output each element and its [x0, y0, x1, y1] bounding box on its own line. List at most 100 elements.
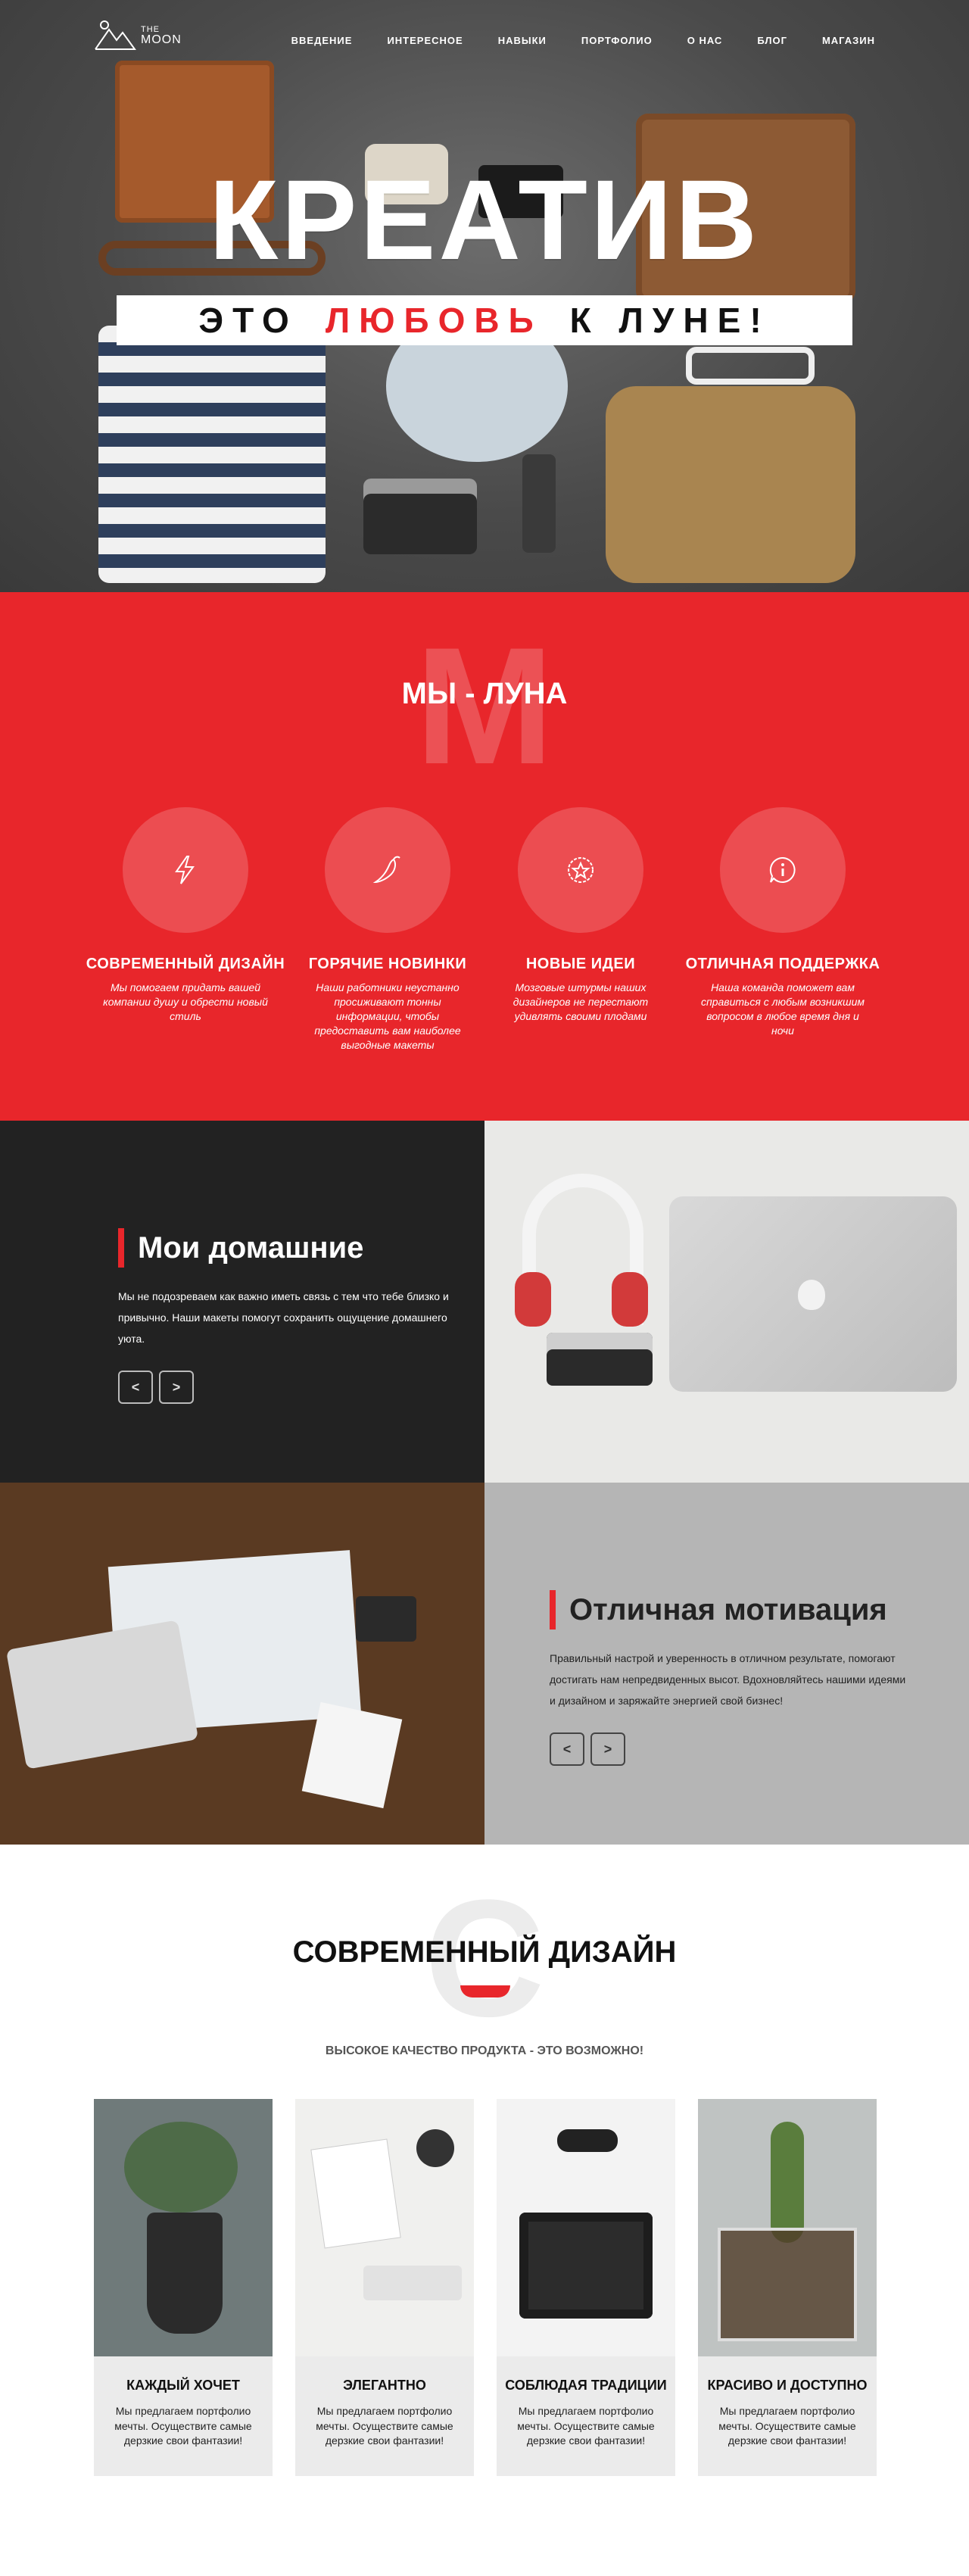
watch-image — [522, 454, 556, 553]
headphone-cup-right — [612, 1272, 648, 1327]
headphone-cup-left — [515, 1272, 551, 1327]
card-photo — [295, 2099, 474, 2356]
menu-item-blog[interactable]: БЛОГ — [757, 35, 787, 46]
sunglasses-image — [686, 347, 815, 385]
menu-item-portfolio[interactable]: ПОРТФОЛИО — [581, 35, 653, 46]
motivation-text-block: Отличная мотивация Правильный настрой и … — [550, 1590, 913, 1766]
feature-text: Наша команда поможет вам справиться с лю… — [701, 981, 865, 1037]
card-beautiful[interactable]: КРАСИВО И ДОСТУПНО Мы предлагаем портфол… — [698, 2099, 877, 2476]
mountain-logo-icon — [95, 20, 136, 50]
badge-star-icon — [568, 857, 594, 883]
logo[interactable]: THE MOON — [94, 17, 207, 55]
striped-shirt-image — [98, 326, 326, 583]
card-photo — [94, 2099, 273, 2356]
menu-item-about[interactable]: О НАС — [687, 35, 723, 46]
home-text-block: Мои домашние Мы не подозреваем как важно… — [118, 1228, 451, 1404]
menu-item-skills[interactable]: НАВЫКИ — [498, 35, 547, 46]
hero-ribbon: ЭТО ЛЮБОВЬ К ЛУНЕ! — [117, 295, 852, 345]
feature-new-ideas: НОВЫЕ ИДЕИ Мозговые штурмы наших дизайне… — [478, 807, 683, 1024]
feature-hot-news: ГОРЯЧИЕ НОВИНКИ Наши работники неустанно… — [285, 807, 490, 1052]
boots-image — [606, 386, 855, 583]
card-photo — [497, 2099, 675, 2356]
feature-text: Мы помогаем придать вашей компании душу … — [103, 981, 268, 1022]
logo-text: THE MOON — [141, 24, 182, 46]
ribbon-part-2: К ЛУНЕ! — [569, 301, 771, 340]
logo-the: THE — [141, 24, 160, 34]
card-title: КРАСИВО И ДОСТУПНО — [707, 2378, 868, 2393]
next-button[interactable]: > — [590, 1732, 625, 1766]
about-title: МЫ - ЛУНА — [401, 677, 568, 710]
feature-circle — [123, 807, 248, 933]
home-title: Мои домашние — [118, 1228, 451, 1268]
chili-pepper-icon — [372, 856, 400, 884]
lightning-icon — [175, 856, 195, 884]
ribbon-highlight: ЛЮБОВЬ — [325, 301, 543, 340]
card-traditions[interactable]: СОБЛЮДАЯ ТРАДИЦИИ Мы предлагаем портфоли… — [497, 2099, 675, 2476]
vintage-radio-image — [519, 2213, 653, 2319]
card-text: Мы предлагаем портфолио мечты. Осуществи… — [517, 2405, 655, 2447]
feature-circle — [325, 807, 450, 933]
motivation-arrows: < > — [550, 1732, 913, 1766]
card-photo — [698, 2099, 877, 2356]
motivation-block: Отличная мотивация Правильный настрой и … — [484, 1483, 969, 1845]
feature-text: Наши работники неустанно просиживают тон… — [314, 981, 461, 1051]
feature-support: ОТЛИЧНАЯ ПОДДЕРЖКА Наша команда поможет … — [681, 807, 885, 1038]
about-section: М МЫ - ЛУНА СОВРЕМЕННЫЙ ДИЗАЙН Мы помога… — [0, 592, 969, 1121]
camera-image — [363, 479, 477, 554]
home-block: Мои домашние Мы не подозреваем как важно… — [0, 1121, 484, 1483]
modern-design-section: С СОВРЕМЕННЫЙ ДИЗАЙН ВЫСОКОЕ КАЧЕСТВО ПР… — [0, 1845, 969, 2576]
feature-title: НОВЫЕ ИДЕИ — [525, 956, 636, 972]
laptop-image — [5, 1620, 199, 1770]
glass-pot-image — [718, 2228, 857, 2341]
hero-title: КРЕАТИВ — [208, 156, 761, 283]
headphones-photo — [484, 1121, 969, 1483]
menu-item-intro[interactable]: ВВЕДЕНИЕ — [291, 35, 353, 46]
modern-title: СОВРЕМЕННЫЙ ДИЗАЙН — [292, 1935, 677, 1969]
keyboard-image — [363, 2266, 462, 2300]
clock-image — [416, 2129, 454, 2167]
modern-subtitle: ВЫСОКОЕ КАЧЕСТВО ПРОДУКТА - ЭТО ВОЗМОЖНО… — [325, 2044, 644, 2057]
plant-image — [124, 2122, 238, 2213]
feature-title: СОВРЕМЕННЫЙ ДИЗАЙН — [86, 956, 285, 972]
card-text: Мы предлагаем портфолио мечты. Осуществи… — [114, 2405, 252, 2447]
card-title: СОБЛЮДАЯ ТРАДИЦИИ — [505, 2378, 667, 2393]
page-body: М МЫ - ЛУНА СОВРЕМЕННЫЙ ДИЗАЙН Мы помога… — [0, 592, 969, 2576]
card-elegant[interactable]: ЭЛЕГАНТНО Мы предлагаем портфолио мечты.… — [295, 2099, 474, 2476]
menu-item-shop[interactable]: МАГАЗИН — [822, 35, 875, 46]
modern-accent-bar — [460, 1985, 510, 1997]
telephone-handset-image — [557, 2129, 618, 2152]
feature-circle — [720, 807, 846, 933]
hero-section: THE MOON ВВЕДЕНИЕ ИНТЕРЕСНОЕ НАВЫКИ ПОРТ… — [0, 0, 969, 592]
cactus-image — [771, 2122, 804, 2243]
main-menu: ВВЕДЕНИЕ ИНТЕРЕСНОЕ НАВЫКИ ПОРТФОЛИО О Н… — [257, 35, 875, 46]
retro-camera-image — [547, 1333, 653, 1386]
logo-moon: MOON — [141, 33, 182, 46]
prev-button[interactable]: < — [550, 1732, 584, 1766]
prev-button[interactable]: < — [118, 1371, 153, 1404]
menu-item-interesting[interactable]: ИНТЕРЕСНОЕ — [387, 35, 463, 46]
home-text: Мы не подозреваем как важно иметь связь … — [118, 1290, 449, 1345]
home-arrows: < > — [118, 1371, 451, 1404]
notebook-image — [301, 1701, 403, 1809]
info-chat-icon — [769, 856, 796, 883]
feature-title: ОТЛИЧНАЯ ПОДДЕРЖКА — [685, 956, 880, 972]
card-title: КАЖДЫЙ ХОЧЕТ — [126, 2378, 240, 2393]
notebook-image — [311, 2139, 400, 2248]
card-text: Мы предлагаем портфолио мечты. Осуществи… — [718, 2405, 856, 2447]
next-button[interactable]: > — [159, 1371, 194, 1404]
top-navigation: THE MOON ВВЕДЕНИЕ ИНТЕРЕСНОЕ НАВЫКИ ПОРТ… — [0, 17, 969, 62]
feature-circle — [518, 807, 643, 933]
card-text: Мы предлагаем портфолио мечты. Осуществи… — [316, 2405, 453, 2447]
apple-logo-icon — [798, 1280, 825, 1310]
camera-image — [356, 1596, 416, 1642]
motivation-title: Отличная мотивация — [550, 1590, 913, 1629]
map-photo — [0, 1483, 484, 1845]
ribbon-part-1: ЭТО — [198, 301, 298, 340]
feature-modern-design: СОВРЕМЕННЫЙ ДИЗАЙН Мы помогаем придать в… — [83, 807, 288, 1024]
coffee-maker-image — [147, 2213, 223, 2334]
card-everyone-wants[interactable]: КАЖДЫЙ ХОЧЕТ Мы предлагаем портфолио меч… — [94, 2099, 273, 2476]
card-title: ЭЛЕГАНТНО — [343, 2378, 426, 2393]
feature-title: ГОРЯЧИЕ НОВИНКИ — [308, 956, 467, 972]
motivation-text: Правильный настрой и уверенность в отлич… — [550, 1652, 906, 1707]
feature-text: Мозговые штурмы наших дизайнеров не пере… — [513, 981, 649, 1022]
